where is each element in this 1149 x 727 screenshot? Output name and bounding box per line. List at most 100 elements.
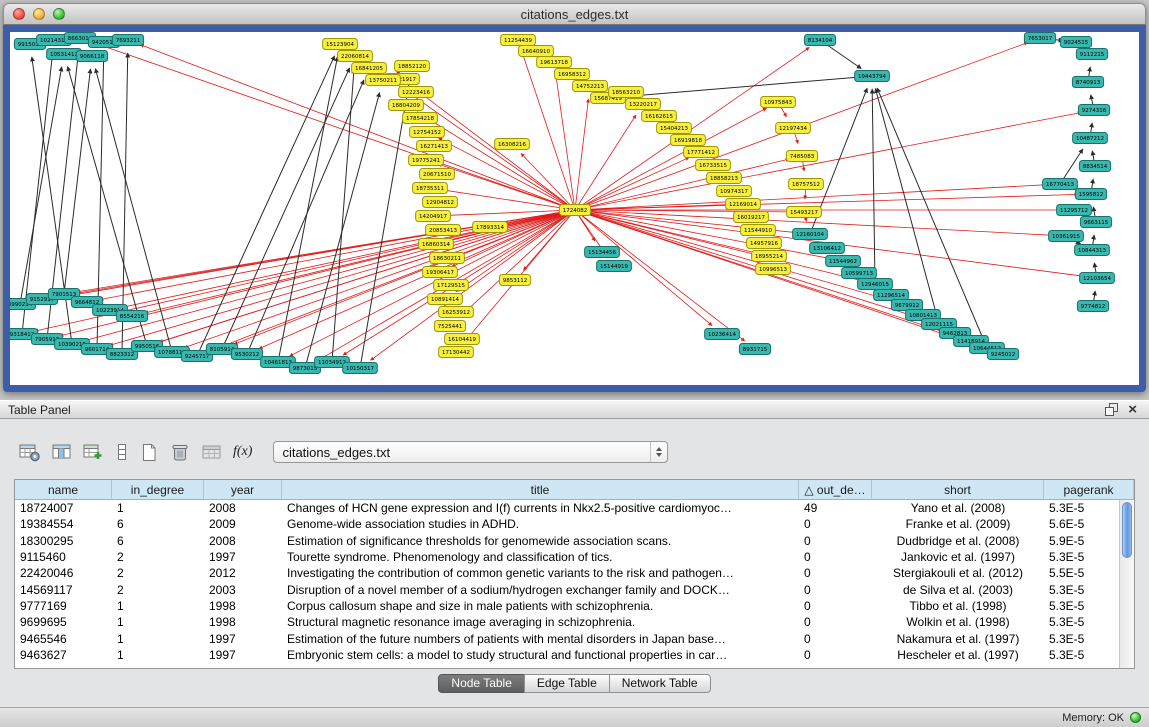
graph-node[interactable]: 16958312	[555, 69, 590, 80]
table-select[interactable]: citations_edges.txt	[273, 441, 668, 463]
graph-node[interactable]: 10975843	[761, 97, 796, 108]
graph-node[interactable]: 9245012	[987, 349, 1018, 360]
graph-node[interactable]: 16841205	[352, 63, 387, 74]
table-row[interactable]: 946554611997Estimation of the future num…	[15, 630, 1134, 646]
column-header-title[interactable]: title	[282, 480, 799, 499]
graph-node[interactable]: 12754152	[410, 127, 445, 138]
column-header-short[interactable]: short	[872, 480, 1044, 499]
graph-node[interactable]: 10487212	[1073, 133, 1108, 144]
table-row[interactable]: 969969511998Structural magnetic resonanc…	[15, 614, 1134, 630]
graph-node[interactable]: 14204917	[416, 211, 451, 222]
graph-node[interactable]: 11295712	[1057, 205, 1092, 216]
graph-node[interactable]: 16919818	[671, 135, 706, 146]
graph-node[interactable]: 15404213	[657, 123, 692, 134]
graph-node[interactable]: 12223416	[399, 87, 434, 98]
float-panel-button[interactable]	[1099, 403, 1124, 416]
graph-node[interactable]: 10599713	[842, 268, 877, 279]
graph-node[interactable]: 20853413	[426, 225, 461, 236]
graph-node[interactable]: 16162615	[642, 111, 677, 122]
graph-node[interactable]: 18563210	[609, 87, 644, 98]
graph-node[interactable]: 11544910	[741, 225, 776, 236]
import-table-button[interactable]	[78, 441, 110, 464]
column-chooser-button[interactable]	[46, 441, 78, 464]
graph-node[interactable]: 12160104	[793, 229, 828, 240]
table-row[interactable]: 1938455462009Genome-wide association stu…	[15, 516, 1134, 532]
column-header-name[interactable]: name	[15, 480, 112, 499]
graph-node[interactable]: 16640910	[519, 46, 554, 57]
graph-node[interactable]: 18858213	[707, 173, 742, 184]
graph-node[interactable]: 9663115	[1080, 217, 1111, 228]
graph-node[interactable]: 18735311	[413, 183, 448, 194]
graph-node[interactable]: 10974317	[717, 186, 752, 197]
graph-node[interactable]: 8134104	[804, 35, 835, 46]
delete-column-button[interactable]	[164, 441, 196, 464]
function-builder-button[interactable]: f(x)	[228, 442, 257, 462]
graph-node[interactable]: 8740913	[1072, 77, 1103, 88]
table-row[interactable]: 1830029562008Estimation of significance …	[15, 533, 1134, 549]
graph-node[interactable]: 9274316	[1078, 105, 1109, 116]
graph-node[interactable]: 16019217	[734, 212, 769, 223]
graph-node[interactable]: 12169014	[726, 199, 761, 210]
table-row[interactable]: 1456911722003Disruption of a novel membe…	[15, 581, 1134, 597]
graph-node[interactable]: 16733515	[696, 160, 731, 171]
table-row[interactable]: 1872400712008Changes of HCN gene express…	[15, 500, 1134, 516]
graph-node[interactable]: 14957916	[747, 238, 782, 249]
graph-node[interactable]: 19775241	[409, 155, 444, 166]
graph-node[interactable]: 20671510	[420, 169, 455, 180]
graph-node[interactable]: 18804209	[389, 100, 424, 111]
graph-node[interactable]: 8931715	[739, 344, 770, 355]
graph-node[interactable]: 9774812	[1077, 301, 1108, 312]
graph-node[interactable]: 19306417	[423, 267, 458, 278]
graph-node[interactable]: 17129515	[434, 280, 469, 291]
graph-node[interactable]: 9530212	[231, 349, 262, 360]
network-window-titlebar[interactable]: citations_edges.txt	[3, 3, 1146, 25]
tab-edge-table[interactable]: Edge Table	[524, 674, 610, 693]
graph-node[interactable]: 7525441	[434, 321, 465, 332]
new-column-button[interactable]	[134, 441, 164, 464]
graph-node[interactable]: 15493217	[787, 207, 822, 218]
graph-node[interactable]: 18955214	[752, 251, 787, 262]
graph-node[interactable]: 9853112	[499, 275, 530, 286]
table-row[interactable]: 946362711997Embryonic stem cells: a mode…	[15, 647, 1134, 663]
graph-node[interactable]: 8554216	[116, 311, 147, 322]
graph-node[interactable]: 16271413	[417, 141, 452, 152]
graph-node[interactable]: 16253912	[439, 307, 474, 318]
graph-node[interactable]: 16308216	[495, 139, 530, 150]
graph-node[interactable]: 9024515	[1060, 37, 1091, 48]
graph-node[interactable]: 12103654	[1080, 273, 1115, 284]
rename-table-button[interactable]	[196, 441, 228, 464]
graph-node[interactable]: 13750211	[366, 75, 401, 86]
graph-node[interactable]: 15123904	[323, 39, 358, 50]
graph-node[interactable]: 13220217	[626, 99, 661, 110]
tab-node-table[interactable]: Node Table	[438, 674, 525, 693]
graph-node[interactable]: 14752213	[573, 81, 608, 92]
graph-node[interactable]: 10150317	[343, 363, 378, 374]
graph-node[interactable]: 16104419	[445, 334, 480, 345]
graph-node[interactable]: 17771412	[684, 147, 719, 158]
column-header-year[interactable]: year	[204, 480, 282, 499]
graph-node[interactable]: 11544962	[826, 256, 861, 267]
graph-node[interactable]: 1595812	[1075, 189, 1106, 200]
graph-node[interactable]: 17893314	[473, 222, 508, 233]
table-row[interactable]: 911546021997Tourette syndrome. Phenomeno…	[15, 549, 1134, 565]
vertical-scrollbar[interactable]	[1119, 500, 1134, 668]
close-panel-button[interactable]: ×	[1124, 403, 1141, 417]
graph-node[interactable]: 7653017	[1024, 33, 1055, 44]
graph-node[interactable]: 18852120	[395, 61, 430, 72]
graph-node[interactable]: 10361915	[1049, 231, 1084, 242]
graph-node[interactable]: 10844313	[1075, 245, 1110, 256]
row-options-button[interactable]	[110, 441, 134, 464]
close-window-button[interactable]	[13, 8, 25, 20]
graph-node[interactable]: 22060814	[338, 51, 373, 62]
graph-node[interactable]: 17130442	[439, 347, 474, 358]
table-row[interactable]: 2242004622012Investigating the contribut…	[15, 565, 1134, 581]
graph-node[interactable]: 15134456	[585, 247, 620, 258]
graph-node[interactable]: 18757512	[789, 179, 824, 190]
graph-node[interactable]: 7693211	[112, 35, 143, 46]
graph-node[interactable]: 10236414	[705, 329, 740, 340]
graph-node[interactable]: 13106412	[810, 243, 845, 254]
graph-node[interactable]: 11296514	[874, 290, 909, 301]
graph-node[interactable]: 12904812	[423, 197, 458, 208]
graph-node[interactable]: 19443794	[855, 71, 890, 82]
scrollbar-thumb[interactable]	[1122, 502, 1132, 558]
